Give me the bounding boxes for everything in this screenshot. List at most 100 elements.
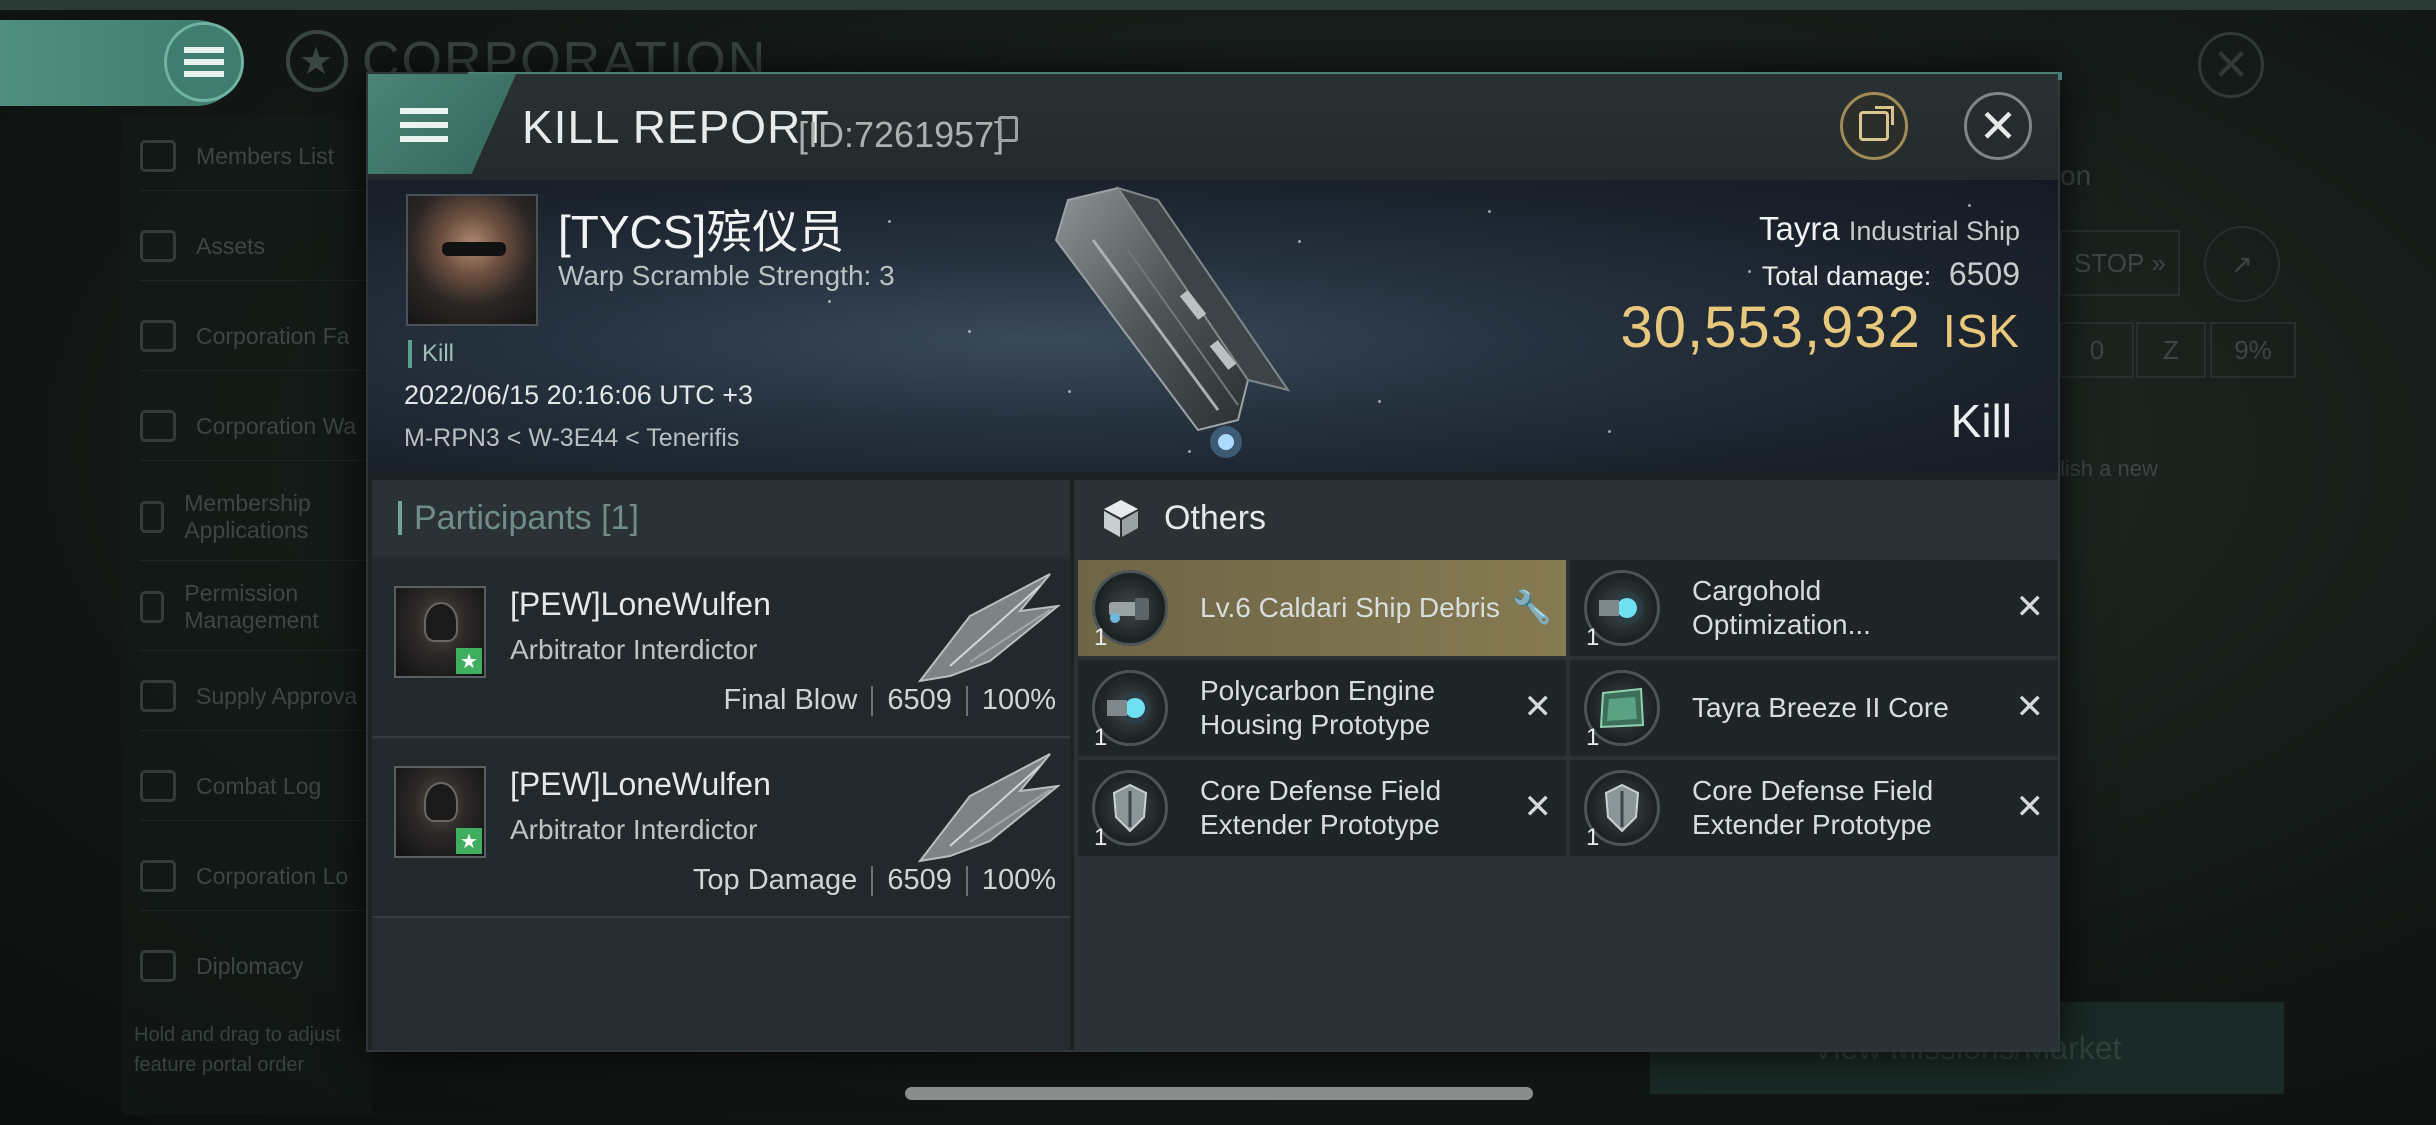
total-damage: Total damage: 6509 xyxy=(1762,256,2020,293)
menu-button[interactable] xyxy=(368,74,516,174)
others-label: Others xyxy=(1164,498,1267,537)
victim-ship-image xyxy=(1054,186,1291,458)
sidebar-item-supply: Supply Approva xyxy=(140,680,380,712)
item-name: Core Defense Field Extender Prototype xyxy=(1692,775,1934,840)
participant-portrait: ★ xyxy=(394,586,486,678)
divider xyxy=(965,685,968,716)
loot-item[interactable]: 1 Core Defense Field Extender Prototype … xyxy=(1570,760,2058,856)
loot-item[interactable]: 1 Tayra Breeze II Core ✕ xyxy=(1570,660,2058,756)
divider xyxy=(140,460,380,461)
star xyxy=(1488,210,1491,213)
sidebar-label: Assets xyxy=(196,232,266,259)
item-quantity: 1 xyxy=(1586,824,1600,851)
sidebar-label: Membership Applications xyxy=(184,490,311,543)
participant-name: [PEW]LoneWulfen xyxy=(510,766,771,802)
stop-label: STOP xyxy=(2073,247,2145,278)
item-quantity: 1 xyxy=(1094,824,1108,851)
isk-value: 30,553,932 ISK xyxy=(1621,294,2020,361)
members-icon xyxy=(140,140,176,172)
item-quantity: 1 xyxy=(1586,624,1600,651)
participant-name: [PEW]LoneWulfen xyxy=(510,586,771,622)
participant-ship: Arbitrator Interdictor xyxy=(510,634,758,665)
kill-datetime: 2022/06/15 20:16:06 UTC +3 xyxy=(404,380,754,410)
sidebar-label: Corporation Fa xyxy=(196,322,350,349)
wrench-icon[interactable]: 🔧 xyxy=(1512,588,1552,626)
item-name: Cargohold Optimization... xyxy=(1692,575,1871,640)
loot-item[interactable]: 1 Polycarbon Engine Housing Prototype ✕ xyxy=(1078,660,1566,756)
background-share-icon: ↗ xyxy=(2204,226,2280,302)
copy-icon[interactable] xyxy=(998,116,1018,142)
sidebar-item-diplomacy: Diplomacy xyxy=(140,950,380,982)
close-icon[interactable]: ✕ xyxy=(2016,590,2045,624)
background-hint: Hold and drag to adjust feature portal o… xyxy=(134,1024,341,1076)
close-icon[interactable]: ✕ xyxy=(2016,790,2045,824)
star xyxy=(1968,204,1971,207)
hood xyxy=(424,782,458,822)
item-quantity: 1 xyxy=(1586,724,1600,751)
loot-item[interactable]: 1 Lv.6 Caldari Ship Debris 🔧 xyxy=(1078,560,1566,656)
close-icon[interactable]: ✕ xyxy=(1524,790,1553,824)
close-icon[interactable]: ✕ xyxy=(2016,690,2045,724)
kill-location[interactable]: M-RPN3 < W-3E44 < Tenerifis xyxy=(404,424,739,453)
participant-portrait: ★ xyxy=(394,766,486,858)
background-topbar xyxy=(0,0,2436,10)
assets-icon xyxy=(140,230,176,262)
divider xyxy=(965,865,968,896)
kill-banner: [TYCS]殡仪员 Warp Scramble Strength: 3 Kill… xyxy=(368,180,2058,472)
divider xyxy=(140,910,380,911)
participant-row[interactable]: ★ [PEW]LoneWulfen Arbitrator Interdictor… xyxy=(372,560,1070,738)
loot-item[interactable]: 1 Core Defense Field Extender Prototype … xyxy=(1078,760,1566,856)
divider xyxy=(140,650,380,651)
loot-item[interactable]: 1 Cargohold Optimization... ✕ xyxy=(1570,560,2058,656)
victim-portrait[interactable] xyxy=(406,194,538,326)
cube-icon xyxy=(1104,500,1138,537)
portrait-glasses xyxy=(442,242,506,256)
wallet-icon xyxy=(140,410,176,442)
participant-ship: Arbitrator Interdictor xyxy=(510,814,758,845)
kill-result: Kill xyxy=(1950,395,2012,447)
home-indicator[interactable] xyxy=(905,1087,1533,1100)
item-quantity: 1 xyxy=(1094,724,1108,751)
menu-icon xyxy=(400,108,448,114)
isk-amount: 30,553,932 xyxy=(1620,295,1921,360)
sidebar-item-assets: Assets xyxy=(140,230,380,262)
share-button[interactable] xyxy=(1840,92,1908,160)
participant-ship-image xyxy=(917,573,1060,683)
total-damage-label: Total damage: xyxy=(1761,261,1932,291)
participant-row[interactable]: ★ [PEW]LoneWulfen Arbitrator Interdictor… xyxy=(372,740,1070,918)
percent-label: 9% xyxy=(2234,334,2272,365)
divider xyxy=(871,685,874,716)
log-icon xyxy=(140,860,176,892)
item-name: Lv.6 Caldari Ship Debris xyxy=(1200,592,1500,623)
star xyxy=(1378,400,1381,403)
background-percent: 9% xyxy=(2210,322,2296,378)
participant-damage: 6509 xyxy=(887,864,952,896)
participant-ship-image xyxy=(917,753,1060,863)
report-id: [ID:7261957] xyxy=(798,114,1005,155)
star-badge-icon: ★ xyxy=(456,828,482,854)
share-icon xyxy=(1859,106,1894,141)
sidebar-item-corp-log: Corporation Lo xyxy=(140,860,380,892)
star xyxy=(1748,270,1751,273)
close-icon[interactable]: ✕ xyxy=(1524,690,1553,724)
divider xyxy=(140,820,380,821)
participants-header: Participants [1] xyxy=(372,480,1070,556)
others-panel: Others 1 Lv.6 Caldari Ship Debris 🔧 1 Ca… xyxy=(1074,480,2058,1050)
combat-icon xyxy=(140,770,176,802)
sidebar-item-membership: Membership Applications xyxy=(140,490,340,544)
warp-scramble: Warp Scramble Strength: 3 xyxy=(558,260,895,291)
background-menu-icon xyxy=(164,22,244,102)
diplomacy-icon xyxy=(140,950,176,982)
item-name: Tayra Breeze II Core xyxy=(1692,692,1949,723)
close-button[interactable]: ✕ xyxy=(1964,92,2032,160)
victim-name[interactable]: [TYCS]殡仪员 xyxy=(558,196,844,262)
star xyxy=(968,330,971,333)
kill-tag: Kill xyxy=(408,340,454,368)
victim-ship-class: Industrial Ship xyxy=(1848,216,2020,246)
participant-percent: 100% xyxy=(981,864,1056,896)
sidebar-label: Diplomacy xyxy=(196,952,304,979)
corporation-star-icon: ★ xyxy=(286,30,348,92)
sidebar-item-wallet: Corporation Wa xyxy=(140,410,380,442)
permission-icon xyxy=(140,591,165,623)
supply-icon xyxy=(140,680,176,712)
